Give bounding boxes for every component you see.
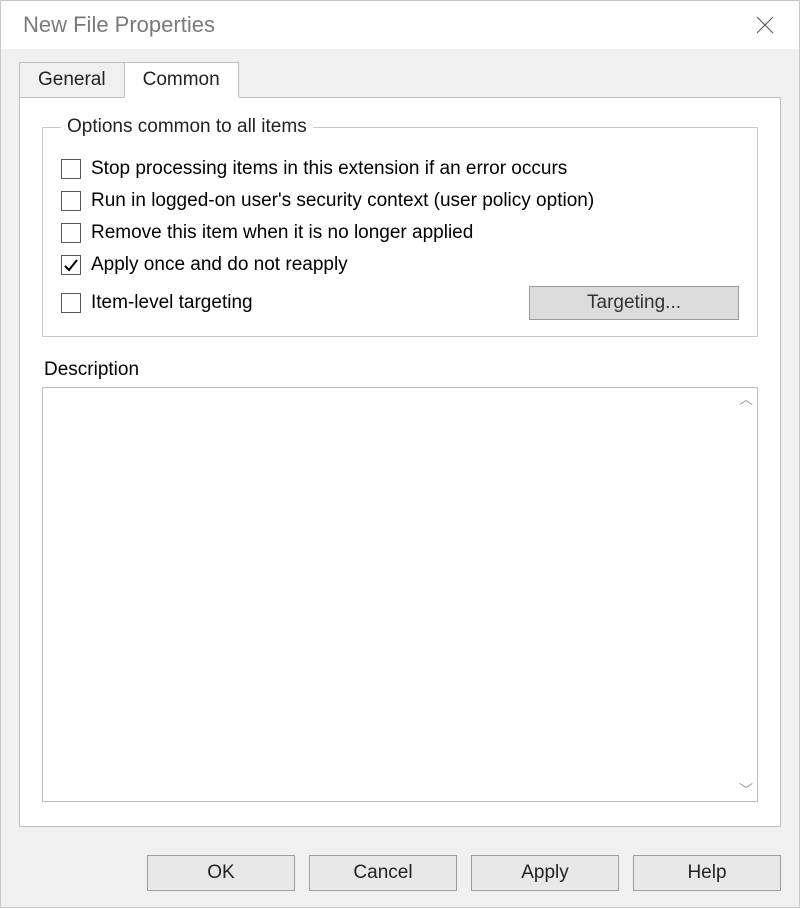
description-box: ︿ ﹀	[42, 387, 758, 802]
window-title: New File Properties	[23, 12, 215, 38]
checkbox-apply-once[interactable]	[61, 255, 81, 275]
checkbox-run-user-context[interactable]	[61, 191, 81, 211]
client-area: General Common Options common to all ite…	[1, 49, 799, 841]
option-label: Remove this item when it is no longer ap…	[91, 222, 473, 244]
tab-panel-common: Options common to all items Stop process…	[19, 97, 781, 827]
checkbox-item-level-targeting[interactable]	[61, 293, 81, 313]
scroll-up-icon: ︿	[739, 392, 753, 406]
scroll-down-icon: ﹀	[739, 783, 753, 797]
checkbox-remove-item[interactable]	[61, 223, 81, 243]
ok-button[interactable]: OK	[147, 855, 295, 891]
tab-row: General Common	[19, 61, 781, 97]
option-apply-once: Apply once and do not reapply	[61, 254, 739, 276]
option-item-level-targeting-row: Item-level targeting Targeting...	[61, 286, 739, 320]
tab-general[interactable]: General	[19, 62, 125, 97]
description-label: Description	[44, 359, 758, 381]
targeting-button[interactable]: Targeting...	[529, 286, 739, 320]
titlebar: New File Properties	[1, 1, 799, 49]
dialog-window: New File Properties General Common Optio…	[0, 0, 800, 908]
scrollbar[interactable]: ︿ ﹀	[735, 388, 757, 801]
close-button[interactable]	[745, 5, 785, 45]
option-stop-processing: Stop processing items in this extension …	[61, 158, 739, 180]
help-button[interactable]: Help	[633, 855, 781, 891]
options-legend: Options common to all items	[61, 116, 313, 138]
cancel-button[interactable]: Cancel	[309, 855, 457, 891]
dialog-button-row: OK Cancel Apply Help	[1, 841, 799, 907]
option-label: Item-level targeting	[91, 292, 253, 314]
tab-common[interactable]: Common	[124, 62, 239, 98]
option-label: Run in logged-on user's security context…	[91, 190, 594, 212]
option-run-user-context: Run in logged-on user's security context…	[61, 190, 739, 212]
option-label: Apply once and do not reapply	[91, 254, 348, 276]
check-icon	[63, 257, 79, 273]
description-textarea[interactable]	[43, 388, 733, 801]
options-groupbox: Options common to all items Stop process…	[42, 116, 758, 337]
option-item-level-targeting: Item-level targeting	[61, 292, 253, 314]
checkbox-stop-processing[interactable]	[61, 159, 81, 179]
option-label: Stop processing items in this extension …	[91, 158, 567, 180]
close-icon	[756, 16, 774, 34]
option-remove-item: Remove this item when it is no longer ap…	[61, 222, 739, 244]
apply-button[interactable]: Apply	[471, 855, 619, 891]
